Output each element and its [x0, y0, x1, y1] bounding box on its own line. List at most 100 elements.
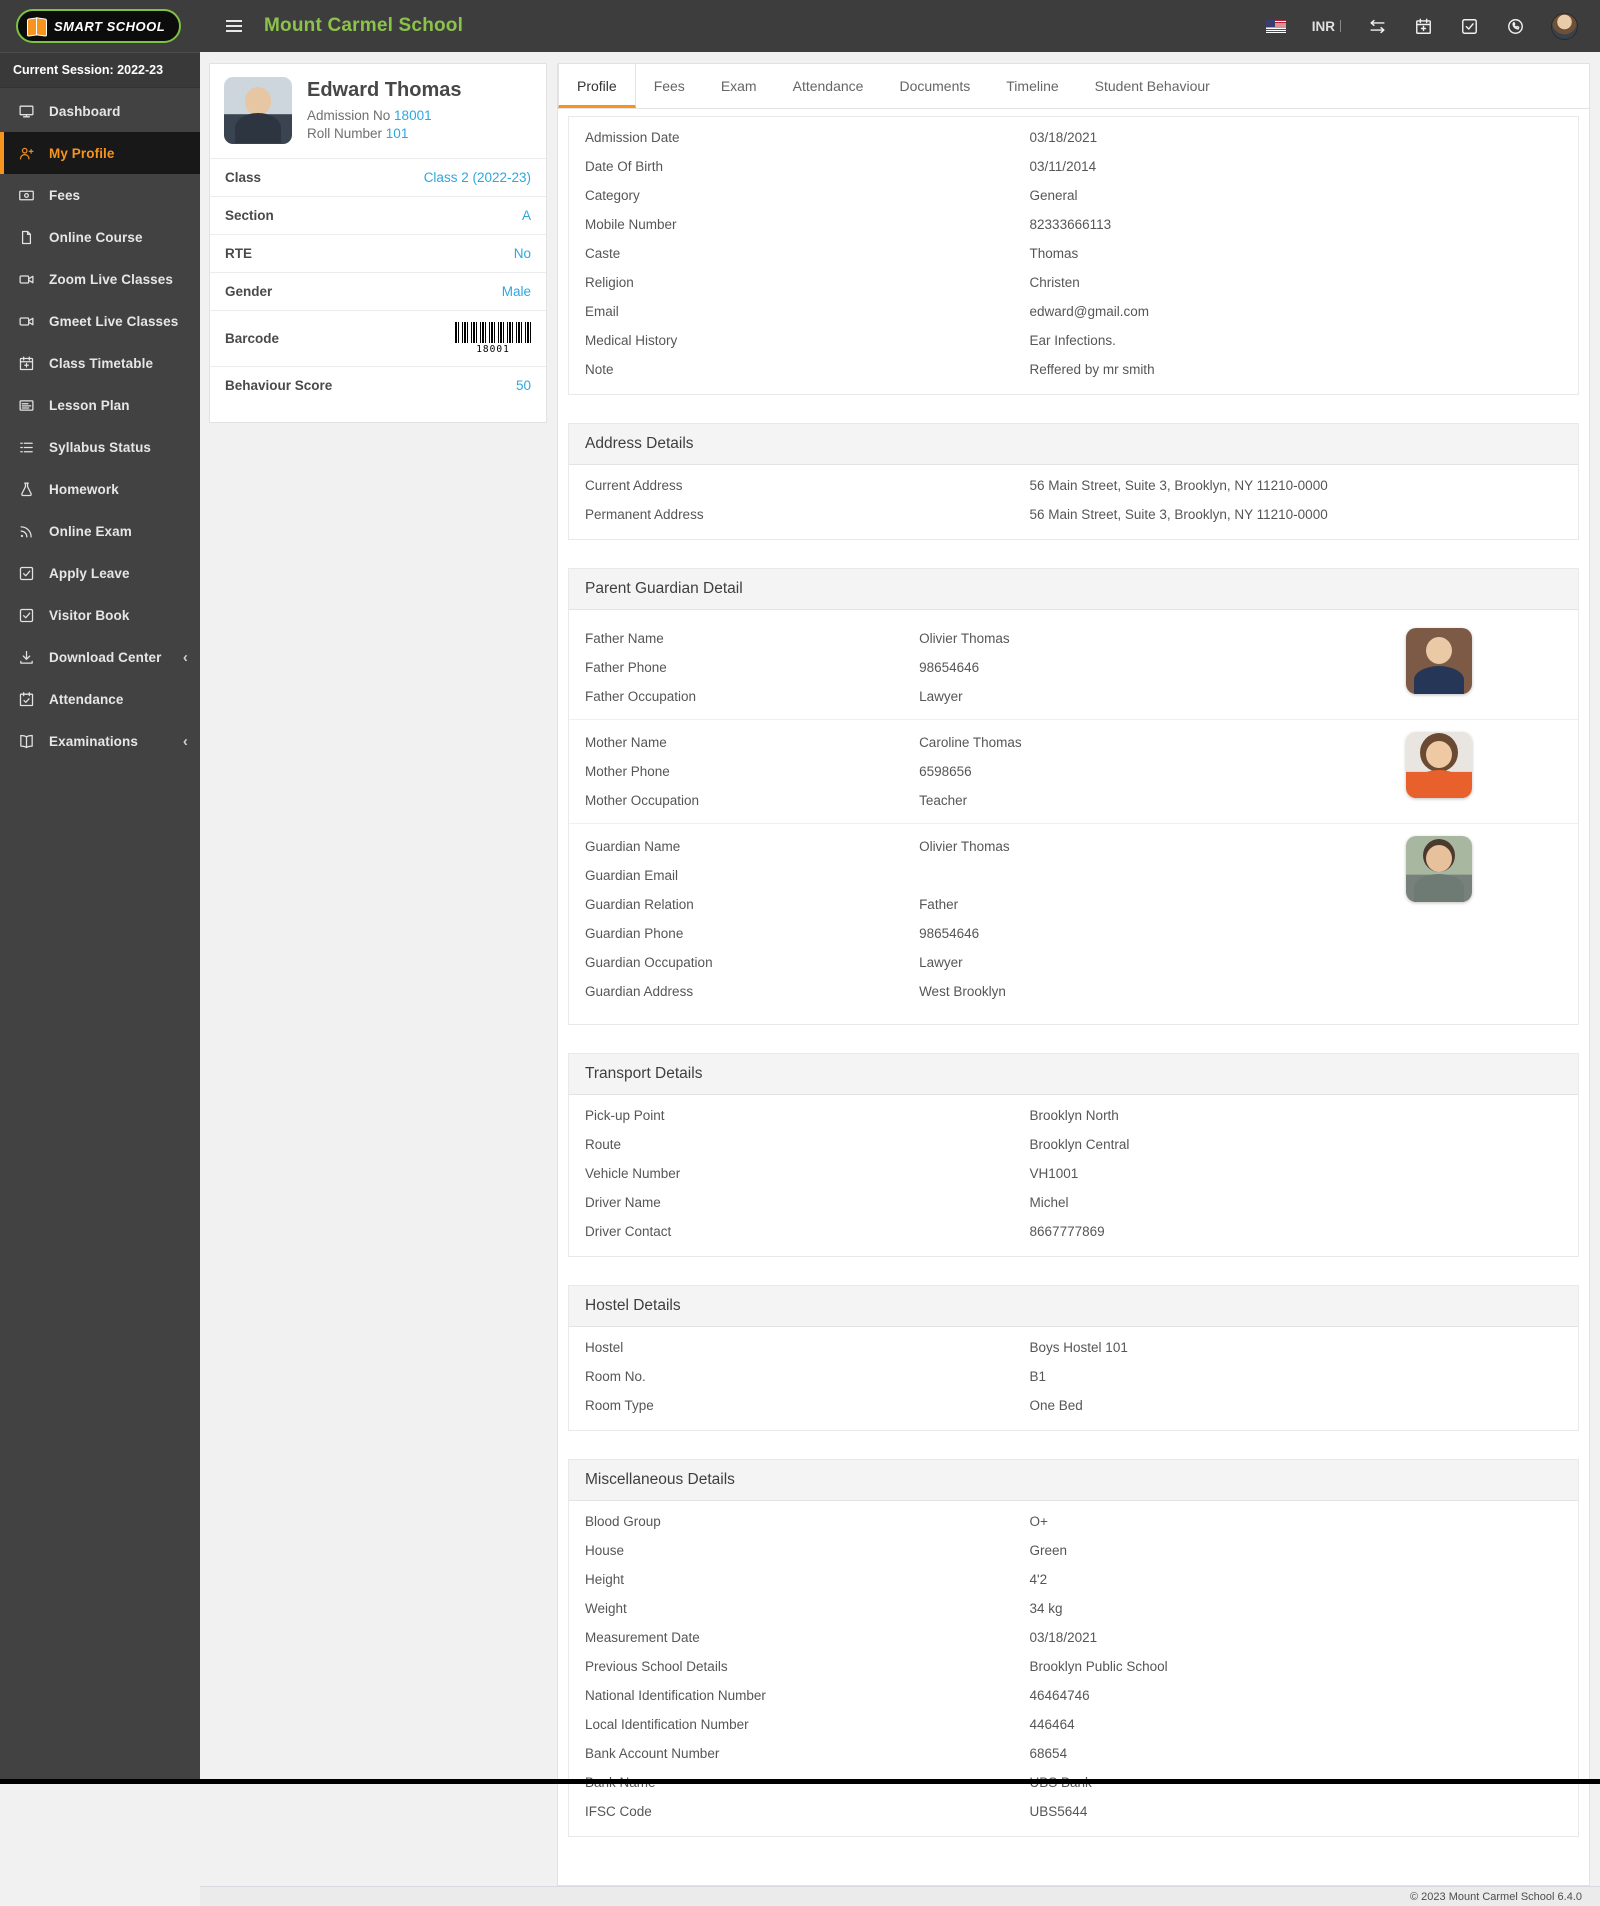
section-title: Transport Details: [569, 1054, 1578, 1095]
sidebar-item-label: Download Center: [49, 649, 162, 665]
guardian-group: Guardian Name Olivier Thomas Guardian Emai…: [569, 823, 1578, 1014]
tab-attendance[interactable]: Attendance: [775, 64, 882, 108]
tab-exam[interactable]: Exam: [703, 64, 775, 108]
sidebar-item-fees[interactable]: Fees: [0, 174, 200, 216]
behaviour-score-row: Behaviour Score 50: [210, 366, 546, 404]
sidebar-item-visitor-book[interactable]: Visitor Book: [0, 594, 200, 636]
sidebar-item-attendance[interactable]: Attendance: [0, 678, 200, 720]
guardian-photo-column: [1406, 828, 1578, 902]
detail-value: 68654: [1029, 1746, 1068, 1761]
tab-documents[interactable]: Documents: [881, 64, 988, 108]
detail-value: [919, 868, 1390, 883]
basic-row-religion: Religion Christen: [569, 268, 1578, 297]
row-value[interactable]: Class 2 (2022-23): [424, 170, 531, 185]
tab-timeline[interactable]: Timeline: [988, 64, 1076, 108]
currency-divider: [1340, 20, 1341, 32]
detail-value: 03/18/2021: [1029, 130, 1098, 145]
current-session-label: Current Session: 2022-23: [0, 52, 200, 88]
basic-row-email: Email edward@gmail.com: [569, 297, 1578, 326]
download-icon: [18, 648, 36, 666]
basic-details-box: Admission Date 03/18/2021 Date Of Birth 03/…: [568, 116, 1579, 395]
detail-value: 6598656: [919, 764, 972, 779]
detail-label: Vehicle Number: [585, 1166, 681, 1181]
sidebar-item-gmeet-live-classes[interactable]: Gmeet Live Classes: [0, 300, 200, 342]
miscellaneous-details-row-national-identification-number: National Identification Number 46464746: [569, 1681, 1578, 1710]
row-label: Section: [225, 208, 274, 223]
language-flag-icon[interactable]: [1265, 19, 1286, 33]
sidebar-item-apply-leave[interactable]: Apply Leave: [0, 552, 200, 594]
detail-value: B1: [1029, 1369, 1047, 1384]
detail-value: West Brooklyn: [919, 984, 1006, 999]
basic-row-medical-history: Medical History Ear Infections.: [569, 326, 1578, 355]
sidebar-item-label: Visitor Book: [49, 607, 130, 623]
detail-label: Room No.: [585, 1369, 646, 1384]
detail-label: Height: [585, 1572, 625, 1587]
app-logo[interactable]: SMART SCHOOL: [16, 9, 182, 43]
sidebar-item-zoom-live-classes[interactable]: Zoom Live Classes: [0, 258, 200, 300]
whatsapp-icon[interactable]: [1505, 16, 1525, 36]
tab-profile[interactable]: Profile: [558, 64, 636, 108]
sidebar-toggle-button[interactable]: [222, 16, 246, 36]
mother-photo: [1406, 732, 1472, 798]
basic-row-caste: Caste Thomas: [569, 239, 1578, 268]
video-icon: [18, 312, 36, 330]
sidebar-item-online-course[interactable]: Online Course: [0, 216, 200, 258]
detail-label: Father Occupation: [585, 689, 697, 704]
mother-group: Mother Name Caroline Thomas Mother Phone 65…: [569, 719, 1578, 823]
guardian-row-guardian-occupation: Guardian Occupation Lawyer: [569, 948, 1406, 977]
top-bar: SMART SCHOOL Mount Carmel School INR: [0, 0, 1600, 52]
guardian-row-father-name: Father Name Olivier Thomas: [569, 624, 1406, 653]
book-icon: [18, 732, 36, 750]
profile-tabs: Profile Fees Exam Attendance Documents Timeli…: [558, 64, 1589, 109]
mother-photo-column: [1406, 724, 1578, 798]
sidebar-item-syllabus-status[interactable]: Syllabus Status: [0, 426, 200, 468]
tab-student-behaviour[interactable]: Student Behaviour: [1077, 64, 1228, 108]
detail-value: 56 Main Street, Suite 3, Brooklyn, NY 11…: [1029, 507, 1328, 522]
detail-label: Current Address: [585, 478, 683, 493]
tab-fees[interactable]: Fees: [636, 64, 703, 108]
detail-value: edward@gmail.com: [1029, 304, 1150, 319]
currency-selector[interactable]: INR: [1312, 19, 1341, 34]
detail-value: UBS5644: [1029, 1804, 1088, 1819]
barcode-image: [455, 322, 531, 343]
sidebar-item-my-profile[interactable]: My Profile: [0, 132, 200, 174]
detail-value: Olivier Thomas: [919, 631, 1010, 646]
sidebar-item-label: Gmeet Live Classes: [49, 313, 179, 329]
swap-arrows-icon[interactable]: [1367, 16, 1387, 36]
detail-value: One Bed: [1029, 1398, 1083, 1413]
address-details-row-current-address: Current Address 56 Main Street, Suite 3, …: [569, 471, 1578, 500]
roll-number-label: Roll Number: [307, 126, 383, 141]
guardian-row-mother-occupation: Mother Occupation Teacher: [569, 786, 1406, 815]
sidebar-item-label: Dashboard: [49, 103, 121, 119]
sidebar-item-online-exam[interactable]: Online Exam: [0, 510, 200, 552]
sidebar-item-examinations[interactable]: Examinations ‹: [0, 720, 200, 762]
sidebar-item-download-center[interactable]: Download Center ‹: [0, 636, 200, 678]
sidebar-item-homework[interactable]: Homework: [0, 468, 200, 510]
task-check-icon[interactable]: [1459, 16, 1479, 36]
sidebar-item-lesson-plan[interactable]: Lesson Plan: [0, 384, 200, 426]
sidebar-item-label: Homework: [49, 481, 119, 497]
sidebar-item-class-timetable[interactable]: Class Timetable: [0, 342, 200, 384]
sidebar-item-label: Online Course: [49, 229, 143, 245]
school-name-title: Mount Carmel School: [264, 15, 464, 36]
miscellaneous-details-row-weight: Weight 34 kg: [569, 1594, 1578, 1623]
basic-row-category: Category General: [569, 181, 1578, 210]
sidebar-item-label: Syllabus Status: [49, 439, 152, 455]
barcode-label: Barcode: [225, 331, 280, 346]
detail-value: Christen: [1029, 275, 1080, 290]
detail-label: Guardian Phone: [585, 926, 684, 941]
detail-value: VH1001: [1029, 1166, 1079, 1181]
miscellaneous-details-row-measurement-date: Measurement Date 03/18/2021: [569, 1623, 1578, 1652]
admission-no-value: 18001: [394, 108, 432, 123]
detail-value: Boys Hostel 101: [1029, 1340, 1128, 1355]
detail-label: Father Phone: [585, 660, 667, 675]
miscellaneous-details-row-house: House Green: [569, 1536, 1578, 1565]
check-square-icon: [18, 564, 36, 582]
detail-label: Note: [585, 362, 614, 377]
sidebar-item-dashboard[interactable]: Dashboard: [0, 90, 200, 132]
miscellaneous-details-row-bank-account-number: Bank Account Number 68654: [569, 1739, 1578, 1768]
calendar-icon[interactable]: [1413, 16, 1433, 36]
section-title: Parent Guardian Detail: [569, 569, 1578, 610]
bottom-strip: [0, 1779, 1600, 1784]
user-avatar[interactable]: [1551, 12, 1578, 40]
